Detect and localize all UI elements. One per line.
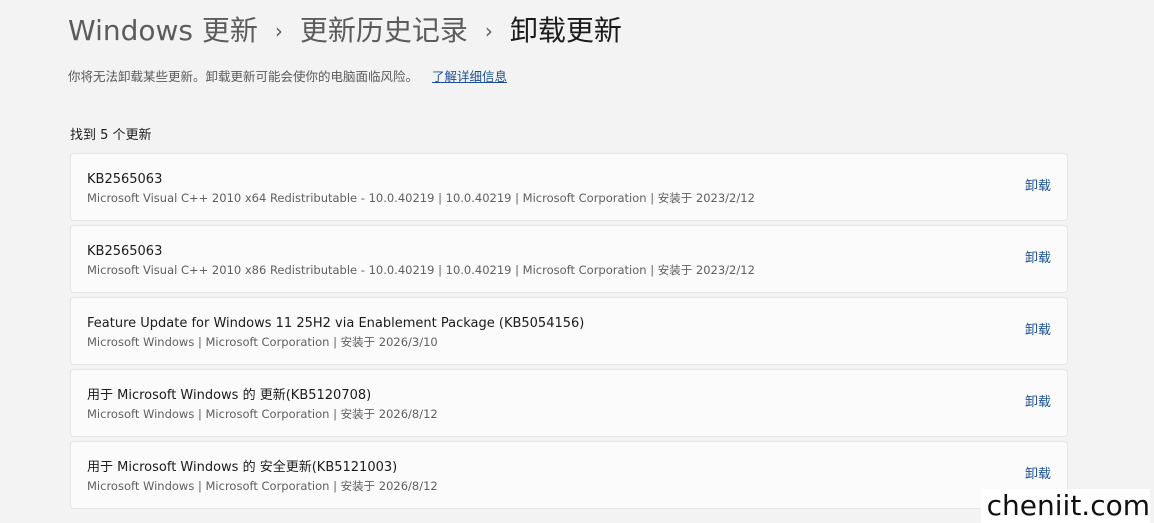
update-item: 用于 Microsoft Windows 的 更新(KB5120708) Mic… [70,369,1068,437]
uninstall-button[interactable]: 卸载 [1025,466,1051,484]
uninstall-button[interactable]: 卸载 [1025,250,1051,268]
breadcrumb-windows-update[interactable]: Windows 更新 [68,10,258,52]
breadcrumb: Windows 更新 › 更新历史记录 › 卸载更新 [68,10,622,52]
update-title: KB2565063 [87,244,163,259]
update-details: Microsoft Windows | Microsoft Corporatio… [87,407,438,421]
learn-more-link[interactable]: 了解详细信息 [432,69,507,84]
page-title: 卸载更新 [509,14,622,47]
uninstall-button[interactable]: 卸载 [1025,178,1051,196]
update-item: KB2565063 Microsoft Visual C++ 2010 x64 … [70,153,1068,221]
update-title: 用于 Microsoft Windows 的 安全更新(KB5121003) [87,460,398,475]
update-item: Feature Update for Windows 11 25H2 via E… [70,297,1068,365]
update-details: Microsoft Windows | Microsoft Corporatio… [87,335,438,349]
update-details: Microsoft Windows | Microsoft Corporatio… [87,479,438,493]
update-count: 找到 5 个更新 [70,128,152,143]
update-details: Microsoft Visual C++ 2010 x86 Redistribu… [87,263,755,277]
update-title: KB2565063 [87,172,163,187]
update-item: KB2565063 Microsoft Visual C++ 2010 x86 … [70,225,1068,293]
breadcrumb-chevron-icon: › [484,19,493,43]
update-title: Feature Update for Windows 11 25H2 via E… [87,316,585,331]
uninstall-button[interactable]: 卸载 [1025,322,1051,340]
update-title: 用于 Microsoft Windows 的 更新(KB5120708) [87,388,372,403]
update-list: KB2565063 Microsoft Visual C++ 2010 x64 … [70,153,1068,513]
watermark: cheniit.com [980,489,1150,523]
breadcrumb-chevron-icon: › [274,19,283,43]
update-item: 用于 Microsoft Windows 的 安全更新(KB5121003) M… [70,441,1068,509]
info-message: 你将无法卸载某些更新。卸载更新可能会使你的电脑面临风险。 了解详细信息 [68,67,507,87]
update-details: Microsoft Visual C++ 2010 x64 Redistribu… [87,191,755,205]
uninstall-button[interactable]: 卸载 [1025,394,1051,412]
breadcrumb-update-history[interactable]: 更新历史记录 [300,10,468,52]
info-text: 你将无法卸载某些更新。卸载更新可能会使你的电脑面临风险。 [68,69,419,84]
